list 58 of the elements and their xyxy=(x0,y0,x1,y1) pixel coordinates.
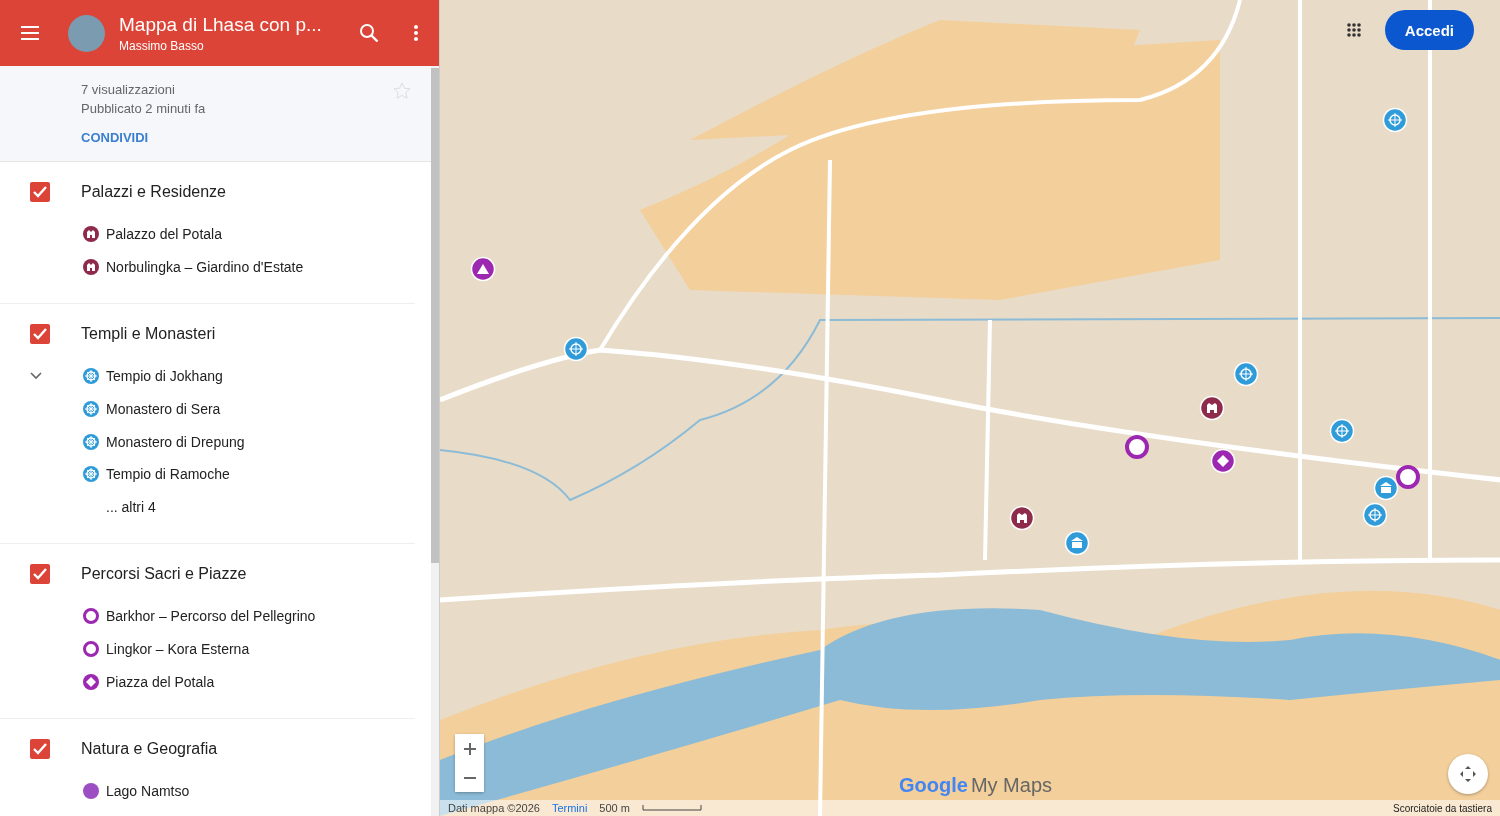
place-item[interactable]: Tempio di Jokhang xyxy=(0,360,415,393)
place-item[interactable]: Tempio di Ramoche xyxy=(0,457,415,491)
share-link[interactable]: CONDIVIDI xyxy=(81,130,393,145)
castle-marker-icon[interactable] xyxy=(1009,505,1035,531)
building-marker-icon[interactable] xyxy=(1064,530,1090,556)
author-name: Massimo Basso xyxy=(119,38,205,53)
scale-label: 500 m xyxy=(599,802,630,814)
place-item[interactable]: Barkhor – Percorso del Pellegrino xyxy=(0,600,415,633)
ring-marker-icon[interactable] xyxy=(1124,434,1150,460)
wheel-marker-icon[interactable] xyxy=(1362,502,1388,528)
zoom-in-button[interactable] xyxy=(455,734,484,763)
wheel-marker-icon[interactable] xyxy=(1233,361,1259,387)
wheel-marker-icon[interactable] xyxy=(1382,107,1408,133)
mountain-marker-icon[interactable] xyxy=(470,256,496,282)
place-item[interactable]: Lago Namtso xyxy=(0,774,415,808)
logo-wordmark: Google xyxy=(899,774,968,797)
layer-checkbox[interactable] xyxy=(30,182,50,202)
building-marker-icon[interactable] xyxy=(1373,475,1399,501)
map-drawing[interactable]: Accedi Google My Maps Dati mappa ©2026 Termini 500 m Scorciatoie da tastiera xyxy=(440,0,1500,816)
plus-icon xyxy=(463,742,476,755)
zoom-out-button[interactable] xyxy=(455,763,484,792)
place-item[interactable]: Norbulingka – Giardino d'Estate xyxy=(0,250,415,284)
expand-arrows-icon xyxy=(1459,765,1477,783)
star-icon[interactable] xyxy=(393,82,411,100)
published-time: Pubblicato 2 minuti fa xyxy=(81,101,207,116)
apps-grid-icon[interactable] xyxy=(1346,22,1362,38)
layer-name: Percorsi Sacri e Piazze xyxy=(81,565,247,584)
layer-checkbox[interactable] xyxy=(30,738,50,759)
sign-in-button[interactable]: Accedi xyxy=(1384,10,1474,50)
map-data-credit: Dati mappa ©2026 xyxy=(448,802,540,814)
scale-bar-icon xyxy=(641,805,702,811)
view-count: 7 visualizzazioni xyxy=(81,82,176,97)
menu-icon[interactable] xyxy=(20,25,40,41)
place-item[interactable]: Lingkor – Kora Esterna xyxy=(0,632,415,666)
keyboard-shortcuts-link[interactable]: Scorciatoie da tastiera xyxy=(1393,802,1492,814)
wheel-marker-icon[interactable] xyxy=(563,336,589,362)
place-item[interactable]: Monastero di Sera xyxy=(0,392,415,426)
more-items-link[interactable]: ... altri 4 xyxy=(106,498,156,515)
map-title: Mappa di Lhasa con p... xyxy=(119,13,323,36)
chevron-down-icon[interactable] xyxy=(30,372,42,381)
layer-checkbox[interactable] xyxy=(30,324,50,345)
layer-name: Templi e Monasteri xyxy=(81,325,216,344)
avatar xyxy=(68,14,105,52)
wheel-marker-icon[interactable] xyxy=(1329,418,1355,444)
ring-marker-icon[interactable] xyxy=(1395,464,1421,490)
place-item[interactable]: Palazzo del Potala xyxy=(0,218,415,251)
logo-suffix: My Maps xyxy=(970,774,1052,797)
more-options-icon[interactable] xyxy=(413,24,419,42)
search-icon[interactable] xyxy=(359,23,379,43)
layer-checkbox[interactable] xyxy=(30,564,50,585)
castle-marker-icon[interactable] xyxy=(1199,395,1225,421)
terms-link[interactable]: Termini xyxy=(551,802,588,814)
scrollbar-thumb[interactable] xyxy=(431,68,439,563)
layer-name: Natura e Geografia xyxy=(81,739,218,758)
place-item[interactable]: Piazza del Potala xyxy=(0,665,415,698)
layer-name: Palazzi e Residenze xyxy=(81,183,226,201)
diamond-marker-icon[interactable] xyxy=(1210,448,1236,474)
place-item[interactable]: Monastero di Drepung xyxy=(0,425,415,458)
